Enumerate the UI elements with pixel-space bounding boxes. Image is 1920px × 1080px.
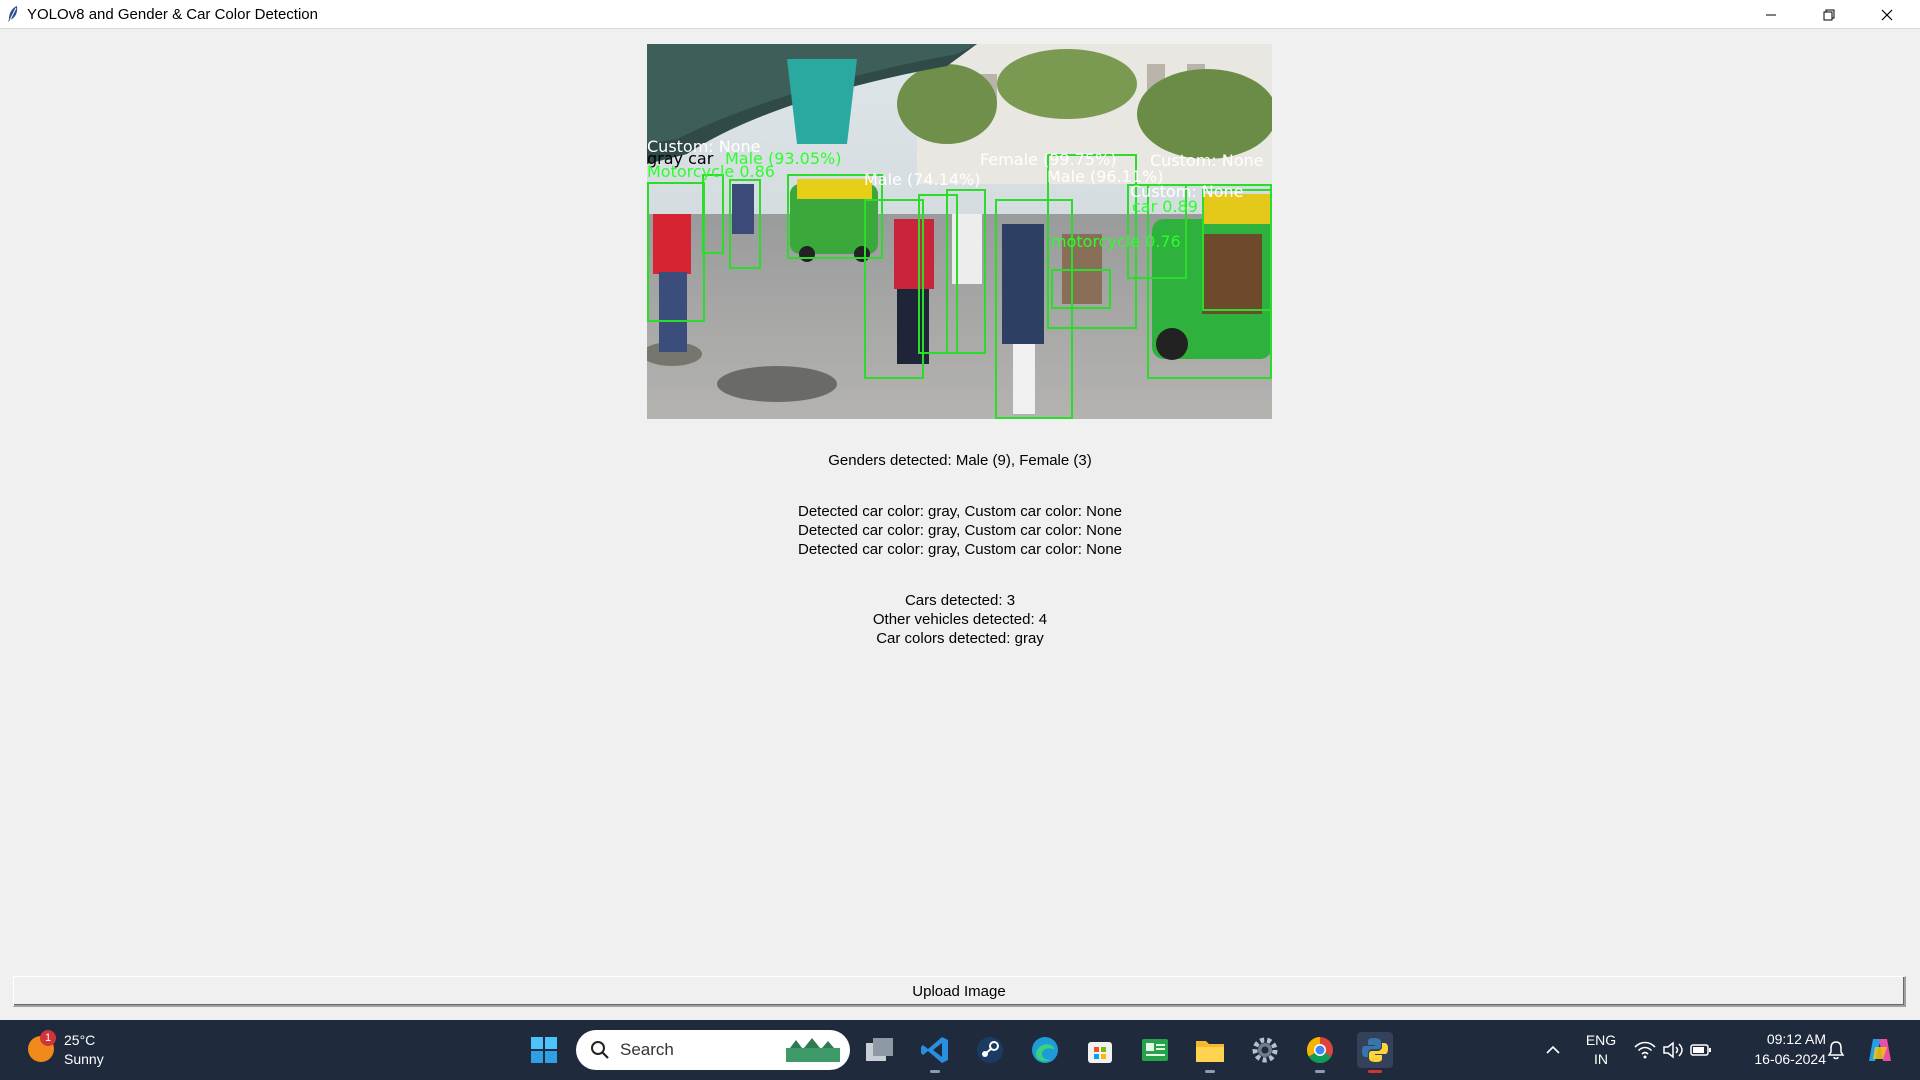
file-explorer-button[interactable] xyxy=(1192,1032,1228,1073)
weather-temperature: 25°C xyxy=(64,1032,96,1048)
detection-box xyxy=(647,182,705,322)
gender-summary: Genders detected: Male (9), Female (3) xyxy=(0,451,1920,470)
label-male: Male (93.05%) xyxy=(725,149,842,168)
edge-icon xyxy=(1032,1037,1058,1063)
close-icon xyxy=(1881,9,1893,20)
language-code: ENG xyxy=(1585,1032,1617,1048)
close-button[interactable] xyxy=(1858,0,1916,29)
cars-detected-text: Cars detected: 3 xyxy=(904,592,1016,609)
bell-icon xyxy=(1827,1041,1845,1060)
window-title: YOLOv8 and Gender & Car Color Detection xyxy=(27,6,318,23)
running-indicator xyxy=(1205,1070,1215,1073)
detection-result-image: Custom: None gray car Motorcycle 0.86 Ma… xyxy=(647,44,1272,419)
car-color-line: Detected car color: gray, Custom car col… xyxy=(797,541,1123,558)
detection-box xyxy=(864,199,924,379)
detection-box xyxy=(729,179,761,269)
weather-condition: Sunny xyxy=(64,1051,104,1067)
green-app-button[interactable] xyxy=(1137,1032,1173,1068)
python-app-button[interactable] xyxy=(1357,1032,1393,1073)
task-view-button[interactable] xyxy=(862,1032,898,1068)
car-color-line: Detected car color: gray, Custom car col… xyxy=(797,503,1123,520)
clock-date: 16-06-2024 xyxy=(1754,1051,1826,1067)
weather-widget[interactable]: 1 25°C Sunny xyxy=(24,1030,144,1072)
car-colors-text: Car colors detected: gray xyxy=(876,630,1044,647)
detection-box xyxy=(1202,189,1272,311)
label-female: Female (99.75%) xyxy=(980,150,1117,169)
label-male: Male (74.14%) xyxy=(864,170,981,189)
search-highlight-icon xyxy=(786,1038,840,1062)
chrome-icon xyxy=(1306,1036,1333,1064)
running-indicator xyxy=(930,1070,940,1073)
copilot-button[interactable] xyxy=(1862,1032,1898,1068)
notifications-button[interactable] xyxy=(1818,1032,1854,1068)
running-indicator xyxy=(1315,1070,1325,1073)
steam-icon xyxy=(977,1037,1003,1063)
language-indicator[interactable]: ENG IN xyxy=(1580,1031,1622,1069)
car-color-line: Detected car color: gray, Custom car col… xyxy=(797,522,1123,539)
minimize-icon xyxy=(1766,14,1776,15)
battery-icon xyxy=(1690,1044,1711,1056)
task-view-icon xyxy=(866,1038,893,1061)
detection-box xyxy=(702,174,724,254)
vehicle-summary: Cars detected: 3 Other vehicles detected… xyxy=(0,591,1920,648)
region-code: IN xyxy=(1594,1051,1608,1067)
taskbar: 1 25°C Sunny Search ENG IN 09:12 AM 16-0… xyxy=(0,1020,1920,1080)
upload-image-button[interactable]: Upload Image xyxy=(13,976,1906,1007)
restore-icon xyxy=(1823,9,1835,20)
title-bar: YOLOv8 and Gender & Car Color Detection xyxy=(0,0,1920,29)
other-vehicles-text: Other vehicles detected: 4 xyxy=(872,611,1048,628)
volume-icon xyxy=(1663,1041,1683,1059)
gear-icon xyxy=(1252,1037,1278,1063)
clock-time: 09:12 AM xyxy=(1766,1031,1826,1047)
genders-detected-text: Genders detected: Male (9), Female (3) xyxy=(828,452,1092,469)
detection-box xyxy=(1051,269,1111,309)
edge-button[interactable] xyxy=(1027,1032,1063,1068)
label-custom-color: Custom: None xyxy=(1150,151,1264,170)
label-car: car 0.89 xyxy=(1132,197,1198,216)
windows-start-icon xyxy=(531,1037,557,1063)
notification-badge: 1 xyxy=(40,1030,56,1046)
taskbar-clock[interactable]: 09:12 AM 16-06-2024 xyxy=(1736,1029,1826,1069)
chevron-up-icon xyxy=(1546,1045,1560,1054)
show-hidden-icons-button[interactable] xyxy=(1534,1032,1572,1068)
folder-icon xyxy=(1196,1041,1224,1062)
label-motorcycle: motorcycle 0.76 xyxy=(1051,232,1181,251)
app-green-icon xyxy=(1142,1039,1168,1061)
steam-button[interactable] xyxy=(972,1032,1008,1068)
chrome-button[interactable] xyxy=(1302,1032,1338,1073)
copilot-icon xyxy=(1869,1039,1891,1061)
vscode-button[interactable] xyxy=(917,1032,953,1073)
start-button[interactable] xyxy=(526,1032,562,1068)
feather-app-icon xyxy=(8,6,18,22)
system-tray-status[interactable] xyxy=(1630,1032,1716,1068)
search-placeholder: Search xyxy=(620,1040,674,1059)
car-color-list: Detected car color: gray, Custom car col… xyxy=(0,502,1920,559)
store-button[interactable] xyxy=(1082,1032,1118,1068)
restore-button[interactable] xyxy=(1800,0,1858,29)
active-indicator xyxy=(1368,1070,1382,1073)
detection-box xyxy=(946,189,986,354)
minimize-button[interactable] xyxy=(1742,0,1800,29)
python-icon xyxy=(1362,1038,1388,1062)
store-icon xyxy=(1088,1042,1112,1063)
search-icon xyxy=(591,1041,609,1059)
wifi-icon xyxy=(1634,1041,1656,1059)
settings-button[interactable] xyxy=(1247,1032,1283,1068)
taskbar-search-box[interactable]: Search xyxy=(576,1030,850,1070)
vscode-icon xyxy=(921,1037,948,1063)
